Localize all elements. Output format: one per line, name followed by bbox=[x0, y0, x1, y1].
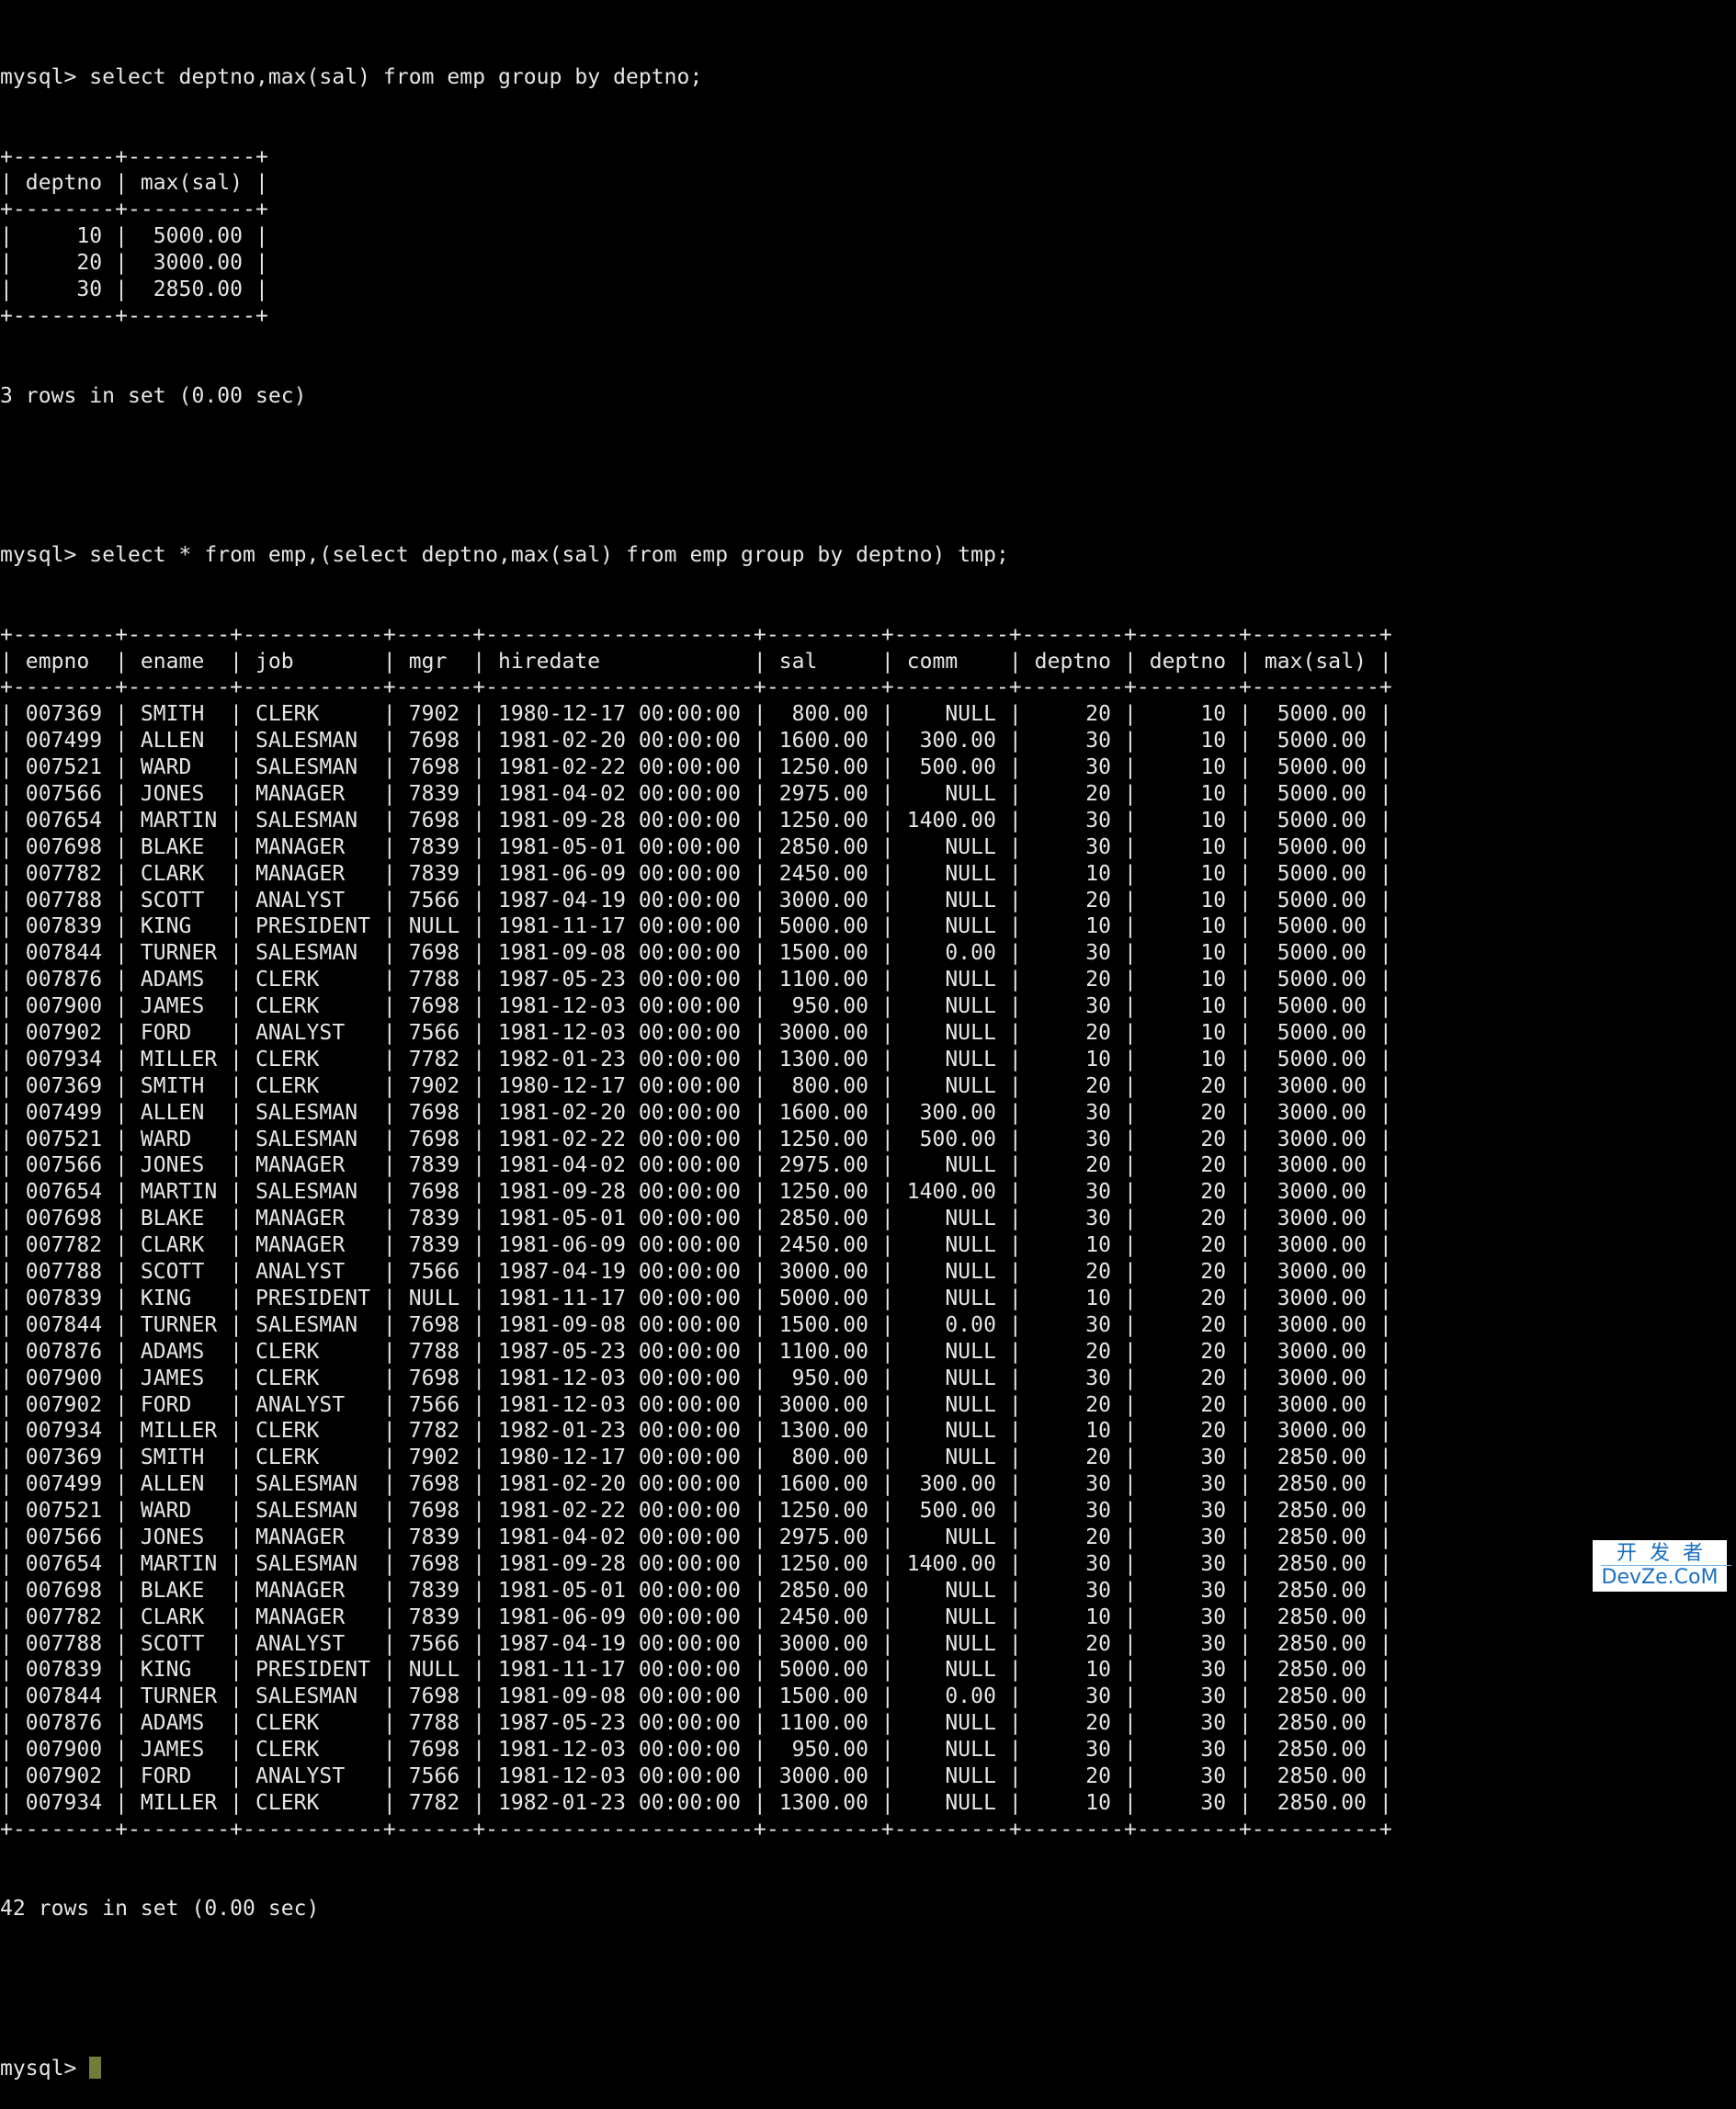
table-border: +--------+----------+ bbox=[0, 198, 268, 222]
table-row: | 007902 | FORD | ANALYST | 7566 | 1981-… bbox=[0, 1021, 1392, 1046]
table-row: | 007876 | ADAMS | CLERK | 7788 | 1987-0… bbox=[0, 1339, 1392, 1364]
sql-query-2: select * from emp,(select deptno,max(sal… bbox=[89, 542, 1009, 567]
result-table-1: +--------+----------+ | deptno | max(sal)… bbox=[0, 144, 1392, 330]
command-line-2: mysql> select * from emp,(select deptno,… bbox=[0, 542, 1392, 569]
table-border: +--------+--------+-----------+------+--… bbox=[0, 675, 1392, 700]
table-row: | 007839 | KING | PRESIDENT | NULL | 198… bbox=[0, 1658, 1392, 1683]
watermark-site-text: DevZe.CoM bbox=[1601, 1566, 1719, 1589]
table-border: +--------+--------+-----------+------+--… bbox=[0, 1817, 1392, 1842]
table-row: | 007369 | SMITH | CLERK | 7902 | 1980-1… bbox=[0, 702, 1392, 727]
result-summary-2: 42 rows in set (0.00 sec) bbox=[0, 1897, 320, 1922]
table-row: | 007698 | BLAKE | MANAGER | 7839 | 1981… bbox=[0, 834, 1392, 859]
table-row: | 007788 | SCOTT | ANALYST | 7566 | 1987… bbox=[0, 1260, 1392, 1285]
watermark-logo: 开发者 DevZe.CoM bbox=[1593, 1540, 1731, 1592]
table-row: | 007782 | CLARK | MANAGER | 7839 | 1981… bbox=[0, 1604, 1392, 1629]
table-row: | 007844 | TURNER | SALESMAN | 7698 | 19… bbox=[0, 1684, 1392, 1709]
table-row: | 007369 | SMITH | CLERK | 7902 | 1980-1… bbox=[0, 1073, 1392, 1098]
table-row: | 007698 | BLAKE | MANAGER | 7839 | 1981… bbox=[0, 1578, 1392, 1603]
table-row: | 007839 | KING | PRESIDENT | NULL | 198… bbox=[0, 914, 1392, 939]
prompt: mysql> bbox=[0, 542, 90, 567]
table-row: | 007566 | JONES | MANAGER | 7839 | 1981… bbox=[0, 782, 1392, 807]
table-row: | 007654 | MARTIN | SALESMAN | 7698 | 19… bbox=[0, 1551, 1392, 1576]
result-summary-1: 3 rows in set (0.00 sec) bbox=[0, 383, 307, 408]
table-row: | 007499 | ALLEN | SALESMAN | 7698 | 198… bbox=[0, 1100, 1392, 1125]
table-row: | 007788 | SCOTT | ANALYST | 7566 | 1987… bbox=[0, 888, 1392, 913]
table-border: +--------+----------+ bbox=[0, 144, 268, 169]
table-header-row: | empno | ename | job | mgr | hiredate |… bbox=[0, 649, 1392, 674]
table-row: | 007566 | JONES | MANAGER | 7839 | 1981… bbox=[0, 1525, 1392, 1549]
table-row: | 20 | 3000.00 | bbox=[0, 251, 268, 276]
result-table-2: +--------+--------+-----------+------+--… bbox=[0, 622, 1392, 1843]
table-row: | 007566 | JONES | MANAGER | 7839 | 1981… bbox=[0, 1153, 1392, 1178]
table-row: | 007900 | JAMES | CLERK | 7698 | 1981-1… bbox=[0, 994, 1392, 1019]
command-line-input[interactable]: mysql> bbox=[0, 2056, 1392, 2082]
table-row: | 007934 | MILLER | CLERK | 7782 | 1982-… bbox=[0, 1419, 1392, 1444]
prompt: mysql> bbox=[0, 2056, 90, 2081]
table-row: | 007654 | MARTIN | SALESMAN | 7698 | 19… bbox=[0, 808, 1392, 833]
table-row: | 007698 | BLAKE | MANAGER | 7839 | 1981… bbox=[0, 1207, 1392, 1231]
table-row: | 007900 | JAMES | CLERK | 7698 | 1981-1… bbox=[0, 1366, 1392, 1390]
table-header-row: | deptno | max(sal) | bbox=[0, 171, 268, 196]
watermark-chinese-text: 开发者 bbox=[1601, 1542, 1731, 1566]
table-row: | 007521 | WARD | SALESMAN | 7698 | 1981… bbox=[0, 1499, 1392, 1524]
table-border: +--------+----------+ bbox=[0, 303, 268, 328]
prompt: mysql> bbox=[0, 64, 90, 89]
table-row: | 007934 | MILLER | CLERK | 7782 | 1982-… bbox=[0, 1790, 1392, 1815]
table-row: | 007369 | SMITH | CLERK | 7902 | 1980-1… bbox=[0, 1446, 1392, 1470]
terminal-output[interactable]: mysql> select deptno,max(sal) from emp g… bbox=[0, 11, 1392, 2109]
table-row: | 007499 | ALLEN | SALESMAN | 7698 | 198… bbox=[0, 729, 1392, 754]
table-border: +--------+--------+-----------+------+--… bbox=[0, 622, 1392, 647]
table-row: | 007876 | ADAMS | CLERK | 7788 | 1987-0… bbox=[0, 968, 1392, 992]
table-row: | 007654 | MARTIN | SALESMAN | 7698 | 19… bbox=[0, 1180, 1392, 1205]
table-row: | 007782 | CLARK | MANAGER | 7839 | 1981… bbox=[0, 861, 1392, 886]
table-row: | 10 | 5000.00 | bbox=[0, 224, 268, 249]
table-row: | 007934 | MILLER | CLERK | 7782 | 1982-… bbox=[0, 1047, 1392, 1072]
sql-query-1: select deptno,max(sal) from emp group by… bbox=[89, 64, 703, 89]
table-row: | 30 | 2850.00 | bbox=[0, 277, 268, 301]
table-row: | 007782 | CLARK | MANAGER | 7839 | 1981… bbox=[0, 1233, 1392, 1258]
table-row: | 007499 | ALLEN | SALESMAN | 7698 | 198… bbox=[0, 1472, 1392, 1497]
table-row: | 007902 | FORD | ANALYST | 7566 | 1981-… bbox=[0, 1763, 1392, 1788]
table-row: | 007844 | TURNER | SALESMAN | 7698 | 19… bbox=[0, 941, 1392, 966]
table-row: | 007839 | KING | PRESIDENT | NULL | 198… bbox=[0, 1286, 1392, 1310]
table-row: | 007521 | WARD | SALESMAN | 7698 | 1981… bbox=[0, 1127, 1392, 1151]
table-row: | 007876 | ADAMS | CLERK | 7788 | 1987-0… bbox=[0, 1711, 1392, 1736]
table-row: | 007521 | WARD | SALESMAN | 7698 | 1981… bbox=[0, 755, 1392, 780]
table-row: | 007900 | JAMES | CLERK | 7698 | 1981-1… bbox=[0, 1738, 1392, 1763]
table-row: | 007788 | SCOTT | ANALYST | 7566 | 1987… bbox=[0, 1631, 1392, 1656]
text-cursor bbox=[89, 2056, 102, 2079]
table-row: | 007844 | TURNER | SALESMAN | 7698 | 19… bbox=[0, 1312, 1392, 1337]
table-row: | 007902 | FORD | ANALYST | 7566 | 1981-… bbox=[0, 1392, 1392, 1417]
command-line-1: mysql> select deptno,max(sal) from emp g… bbox=[0, 64, 1392, 91]
